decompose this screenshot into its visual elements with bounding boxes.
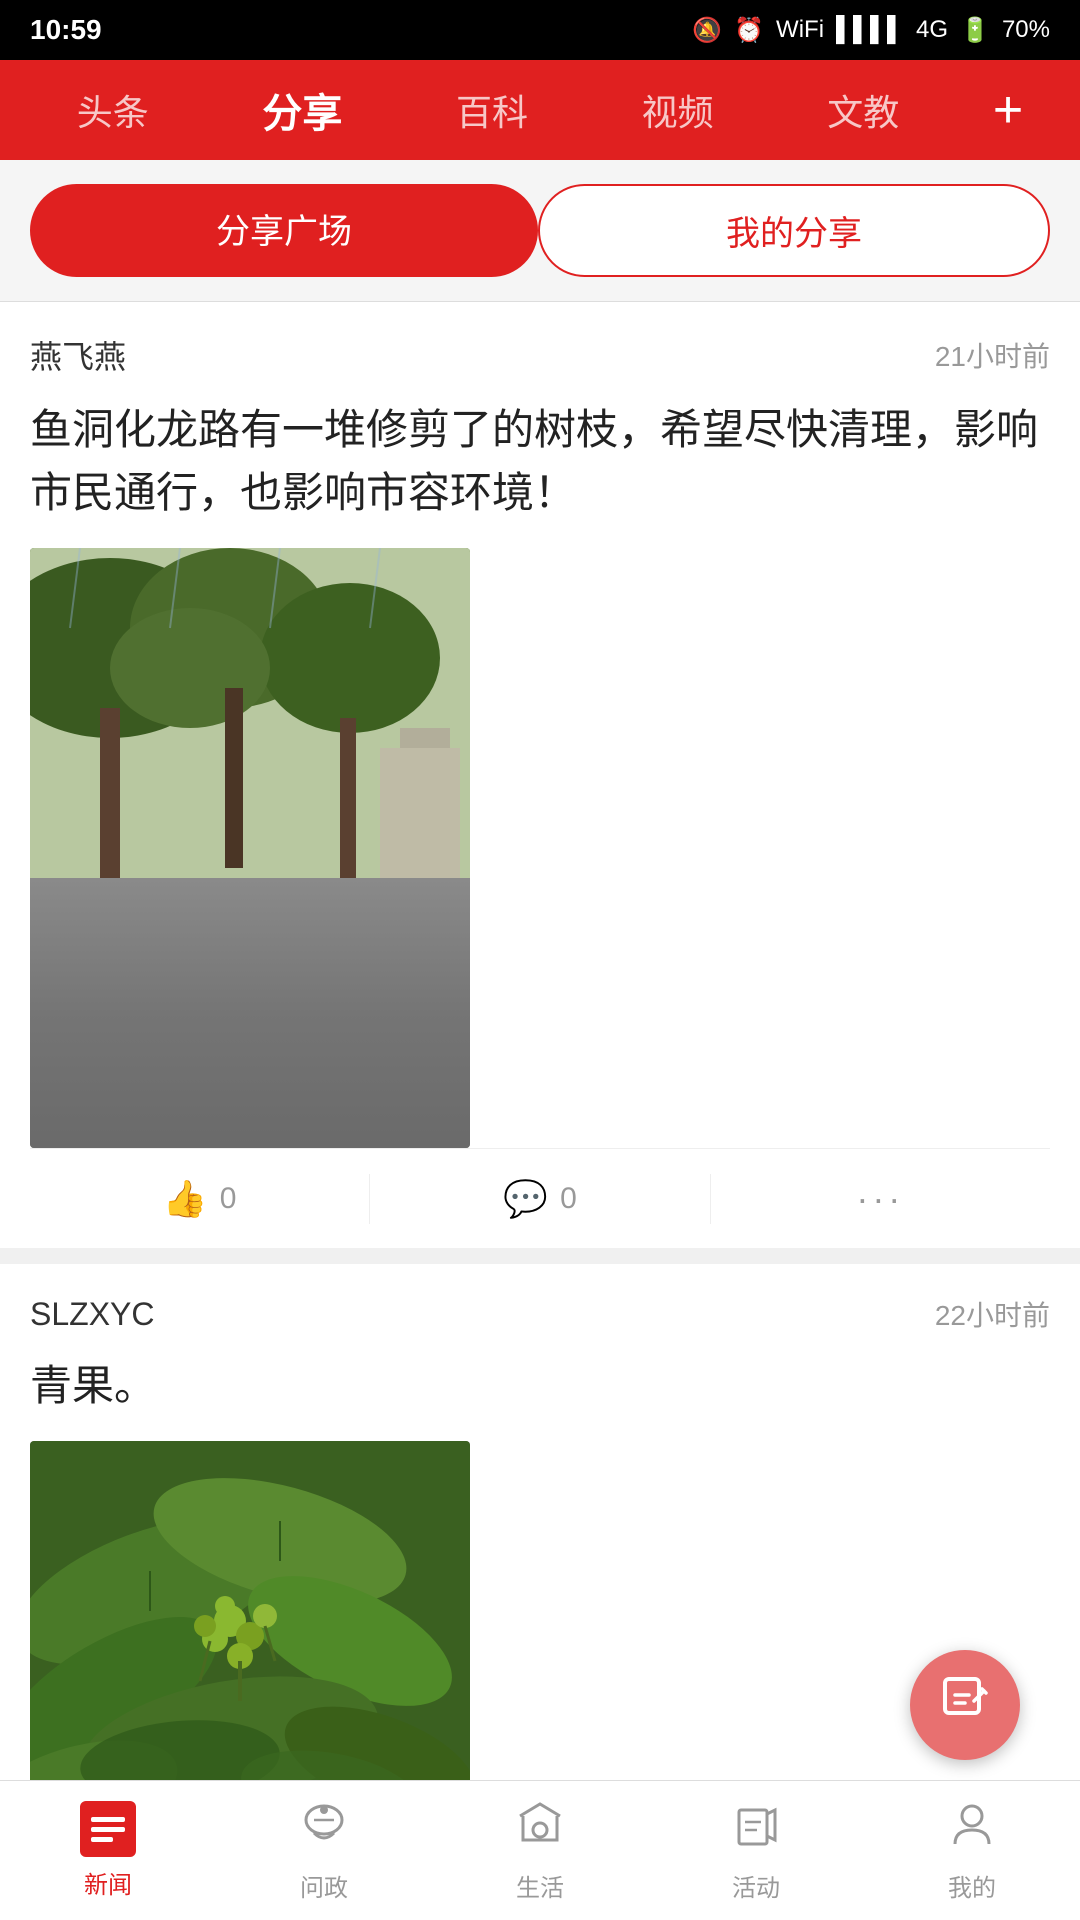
news-icon <box>80 1801 136 1857</box>
like-icon-1: 👍 <box>163 1178 208 1220</box>
compose-icon <box>939 1673 991 1737</box>
comment-button-1[interactable]: 💬 0 <box>370 1149 709 1248</box>
bottom-nav-activity[interactable]: 活动 <box>648 1798 864 1903</box>
post-time-2: 22小时前 <box>935 1294 1050 1334</box>
sub-nav: 分享广场 我的分享 <box>0 160 1080 302</box>
tab-share-square[interactable]: 分享广场 <box>30 184 538 277</box>
alarm-icon: ⏰ <box>734 16 764 45</box>
post-card-2: SLZXYC 22小时前 青果。 <box>0 1264 1080 1841</box>
nav-culture[interactable]: 文教 <box>807 74 919 146</box>
activity-icon <box>731 1798 781 1860</box>
tab-my-share[interactable]: 我的分享 <box>538 184 1050 277</box>
mine-icon <box>947 1798 997 1860</box>
bottom-nav-news-label: 新闻 <box>84 1865 132 1900</box>
post-header-1: 燕飞燕 21小时前 <box>30 332 1050 378</box>
top-nav: 头条 分享 百科 视频 文教 + <box>0 60 1080 160</box>
post-username-1: 燕飞燕 <box>30 332 126 378</box>
post-time-1: 21小时前 <box>935 335 1050 375</box>
nav-share[interactable]: 分享 <box>242 71 362 149</box>
post-content-1: 鱼洞化龙路有一堆修剪了的树枝，希望尽快清理，影响市民通行，也影响市容环境！ <box>30 398 1050 524</box>
like-count-1: 0 <box>220 1182 237 1216</box>
status-time: 10:59 <box>30 14 102 46</box>
bottom-nav-politics-label: 问政 <box>300 1868 348 1903</box>
nav-add-button[interactable]: + <box>993 80 1023 140</box>
life-icon <box>515 1798 565 1860</box>
nav-video[interactable]: 视频 <box>622 74 734 146</box>
post-username-2: SLZXYC <box>30 1296 154 1333</box>
signal-icon: ▌▌▌▌ <box>836 16 904 44</box>
battery-icon: 🔋 <box>960 16 990 45</box>
bottom-nav-mine[interactable]: 我的 <box>864 1798 1080 1903</box>
post-content-2: 青果。 <box>30 1354 1050 1417</box>
politics-icon <box>299 1798 349 1860</box>
like-button-1[interactable]: 👍 0 <box>30 1149 369 1248</box>
comment-count-1: 0 <box>560 1182 577 1216</box>
nav-headlines[interactable]: 头条 <box>57 74 169 146</box>
status-icons: 🔕 ⏰ WiFi ▌▌▌▌ 4G 🔋 70% <box>692 16 1050 45</box>
wifi-icon: WiFi <box>776 16 824 44</box>
bottom-nav: 新闻 问政 生活 <box>0 1780 1080 1920</box>
fab-compose-button[interactable] <box>910 1650 1020 1760</box>
bottom-nav-mine-label: 我的 <box>948 1868 996 1903</box>
more-label-1: ··· <box>856 1178 904 1220</box>
bottom-nav-life[interactable]: 生活 <box>432 1798 648 1903</box>
bottom-nav-news[interactable]: 新闻 <box>0 1801 216 1900</box>
comment-icon-1: 💬 <box>503 1178 548 1220</box>
network-icon: 4G <box>916 16 948 44</box>
mute-icon: 🔕 <box>692 16 722 45</box>
bottom-nav-politics[interactable]: 问政 <box>216 1798 432 1903</box>
post-actions-1: 👍 0 💬 0 ··· <box>30 1148 1050 1248</box>
bottom-nav-life-label: 生活 <box>516 1868 564 1903</box>
post-image-1 <box>30 548 470 1148</box>
nav-wiki[interactable]: 百科 <box>436 74 548 146</box>
battery-level: 70% <box>1002 16 1050 44</box>
more-button-1[interactable]: ··· <box>711 1149 1050 1248</box>
bottom-nav-activity-label: 活动 <box>732 1868 780 1903</box>
post-card-1: 燕飞燕 21小时前 鱼洞化龙路有一堆修剪了的树枝，希望尽快清理，影响市民通行，也… <box>0 302 1080 1248</box>
status-bar: 10:59 🔕 ⏰ WiFi ▌▌▌▌ 4G 🔋 70% <box>0 0 1080 60</box>
post-header-2: SLZXYC 22小时前 <box>30 1294 1050 1334</box>
